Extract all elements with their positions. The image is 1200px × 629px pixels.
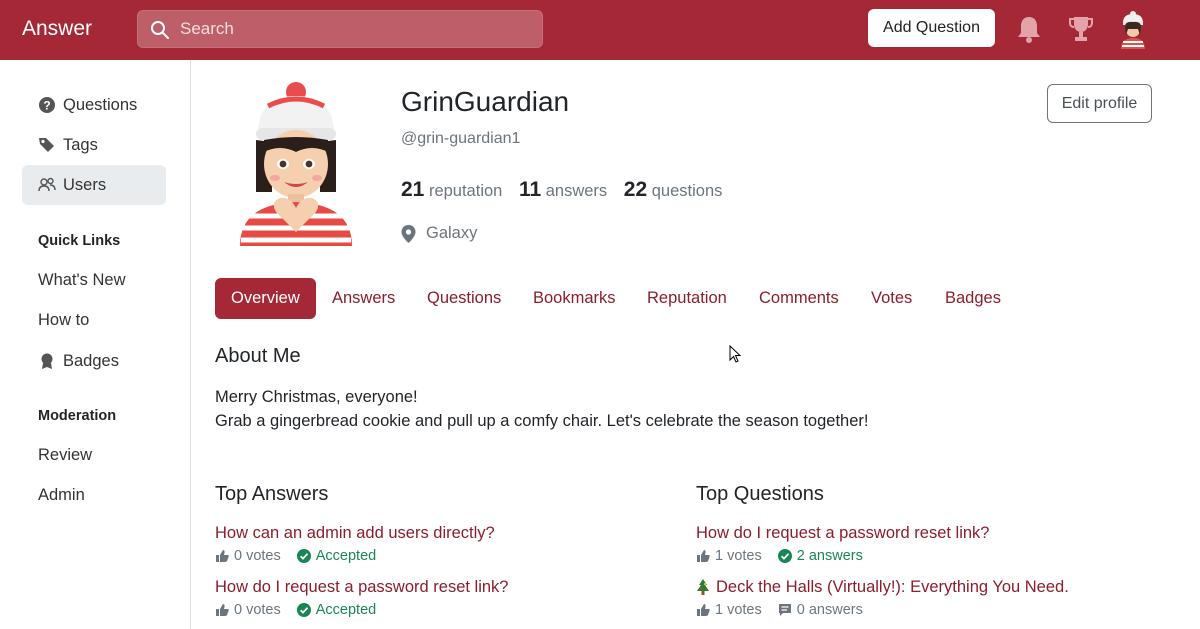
top-question-link[interactable]: Deck the Halls (Virtually!): Everything … xyxy=(696,578,1069,597)
location-text: Galaxy xyxy=(426,224,478,242)
top-answers-heading: Top Answers xyxy=(215,483,329,505)
user-avatar-icon[interactable] xyxy=(1116,11,1150,49)
tab-questions[interactable]: Questions xyxy=(427,278,501,319)
profile-location: Galaxy xyxy=(401,224,477,243)
questions-count: 22 xyxy=(623,178,648,201)
top-answer-meta: 0 votes Accepted xyxy=(215,548,376,564)
sidebar-item-label: Admin xyxy=(38,485,85,504)
sidebar-item-how-to[interactable]: How to xyxy=(22,300,166,340)
tab-answers[interactable]: Answers xyxy=(332,278,395,319)
mouse-cursor-icon xyxy=(729,345,741,363)
add-question-button[interactable]: Add Question xyxy=(868,9,995,47)
trophy-icon[interactable] xyxy=(1067,14,1095,44)
moderation-heading: Moderation xyxy=(38,408,117,424)
top-answer-link[interactable]: How can an admin add users directly? xyxy=(215,524,495,543)
tab-badges[interactable]: Badges xyxy=(945,278,1001,319)
brand-logo[interactable]: Answer xyxy=(22,17,92,41)
sidebar-item-label: What's New xyxy=(38,270,126,289)
svg-text:?: ? xyxy=(43,99,50,113)
sidebar-item-label: Badges xyxy=(63,351,119,370)
about-line: Grab a gingerbread cookie and pull up a … xyxy=(215,412,869,430)
answers-label: answers xyxy=(545,182,608,200)
check-circle-icon xyxy=(296,549,311,563)
top-answer-link[interactable]: How do I request a password reset link? xyxy=(215,578,508,597)
search-input[interactable] xyxy=(180,11,530,47)
sidebar-item-questions[interactable]: ? Questions xyxy=(22,85,166,125)
edit-profile-button[interactable]: Edit profile xyxy=(1047,84,1152,123)
people-icon xyxy=(38,177,56,192)
thumbs-up-icon xyxy=(697,550,710,562)
about-line: Merry Christmas, everyone! xyxy=(215,388,418,406)
reputation-count: 21 xyxy=(401,178,425,201)
sidebar-item-label: Users xyxy=(63,175,107,194)
top-question-title: Deck the Halls (Virtually!): Everything … xyxy=(716,578,1069,596)
location-pin-icon xyxy=(401,224,416,243)
sidebar-item-label: Review xyxy=(38,445,93,464)
tab-bookmarks[interactable]: Bookmarks xyxy=(533,278,616,319)
about-me-heading: About Me xyxy=(215,345,301,367)
top-question-link[interactable]: How do I request a password reset link? xyxy=(696,524,989,543)
sidebar-item-whats-new[interactable]: What's New xyxy=(22,260,166,300)
answer-count: 0 answers xyxy=(796,602,863,618)
check-circle-icon xyxy=(296,603,311,617)
top-navbar: Answer Add Question xyxy=(0,0,1200,60)
tags-icon xyxy=(39,138,54,152)
profile-stats: 21 reputation 11 answers 22 questions xyxy=(401,178,722,202)
sidebar-item-badges[interactable]: Badges xyxy=(22,341,166,381)
sidebar-item-admin[interactable]: Admin xyxy=(22,475,166,515)
profile-display-name: GrinGuardian xyxy=(401,86,570,117)
award-icon xyxy=(41,353,53,369)
accepted-badge: Accepted xyxy=(315,602,377,618)
thumbs-up-icon xyxy=(216,550,229,562)
top-question-meta: 1 votes 0 answers xyxy=(696,602,863,618)
reputation-label: reputation xyxy=(428,182,503,200)
questions-label: questions xyxy=(651,182,723,200)
sidebar-item-tags[interactable]: Tags xyxy=(22,125,166,165)
search-box[interactable] xyxy=(137,10,543,48)
vote-count: 1 votes xyxy=(715,548,762,564)
accepted-badge: Accepted xyxy=(315,548,377,564)
sidebar-item-users[interactable]: Users xyxy=(22,165,166,205)
answer-count: 2 answers xyxy=(796,548,863,564)
sidebar-item-label: How to xyxy=(38,310,90,329)
vote-count: 0 votes xyxy=(234,548,281,564)
answers-count: 11 xyxy=(518,178,542,201)
vote-count: 0 votes xyxy=(234,602,281,618)
thumbs-up-icon xyxy=(697,604,710,616)
tab-overview[interactable]: Overview xyxy=(215,278,316,319)
sidebar-item-label: Tags xyxy=(63,135,98,154)
vote-count: 1 votes xyxy=(715,602,762,618)
question-circle-icon: ? xyxy=(39,97,55,113)
tab-votes[interactable]: Votes xyxy=(871,278,912,319)
search-icon xyxy=(151,21,169,39)
top-questions-heading: Top Questions xyxy=(696,483,824,505)
profile-avatar xyxy=(240,82,352,246)
about-me-text: Merry Christmas, everyone! Grab a ginger… xyxy=(215,385,868,433)
tab-comments[interactable]: Comments xyxy=(759,278,839,319)
check-circle-icon xyxy=(777,549,792,563)
sidebar-item-label: Questions xyxy=(63,95,138,114)
comment-icon xyxy=(778,604,791,616)
tab-reputation[interactable]: Reputation xyxy=(647,278,727,319)
thumbs-up-icon xyxy=(216,604,229,616)
top-answer-meta: 0 votes Accepted xyxy=(215,602,376,618)
top-question-meta: 1 votes 2 answers xyxy=(696,548,863,564)
profile-username: @grin-guardian1 xyxy=(401,130,521,147)
sidebar-item-review[interactable]: Review xyxy=(22,435,166,475)
notification-bell-icon[interactable] xyxy=(1015,14,1043,44)
quick-links-heading: Quick Links xyxy=(38,233,121,249)
christmas-tree-icon xyxy=(697,578,709,595)
